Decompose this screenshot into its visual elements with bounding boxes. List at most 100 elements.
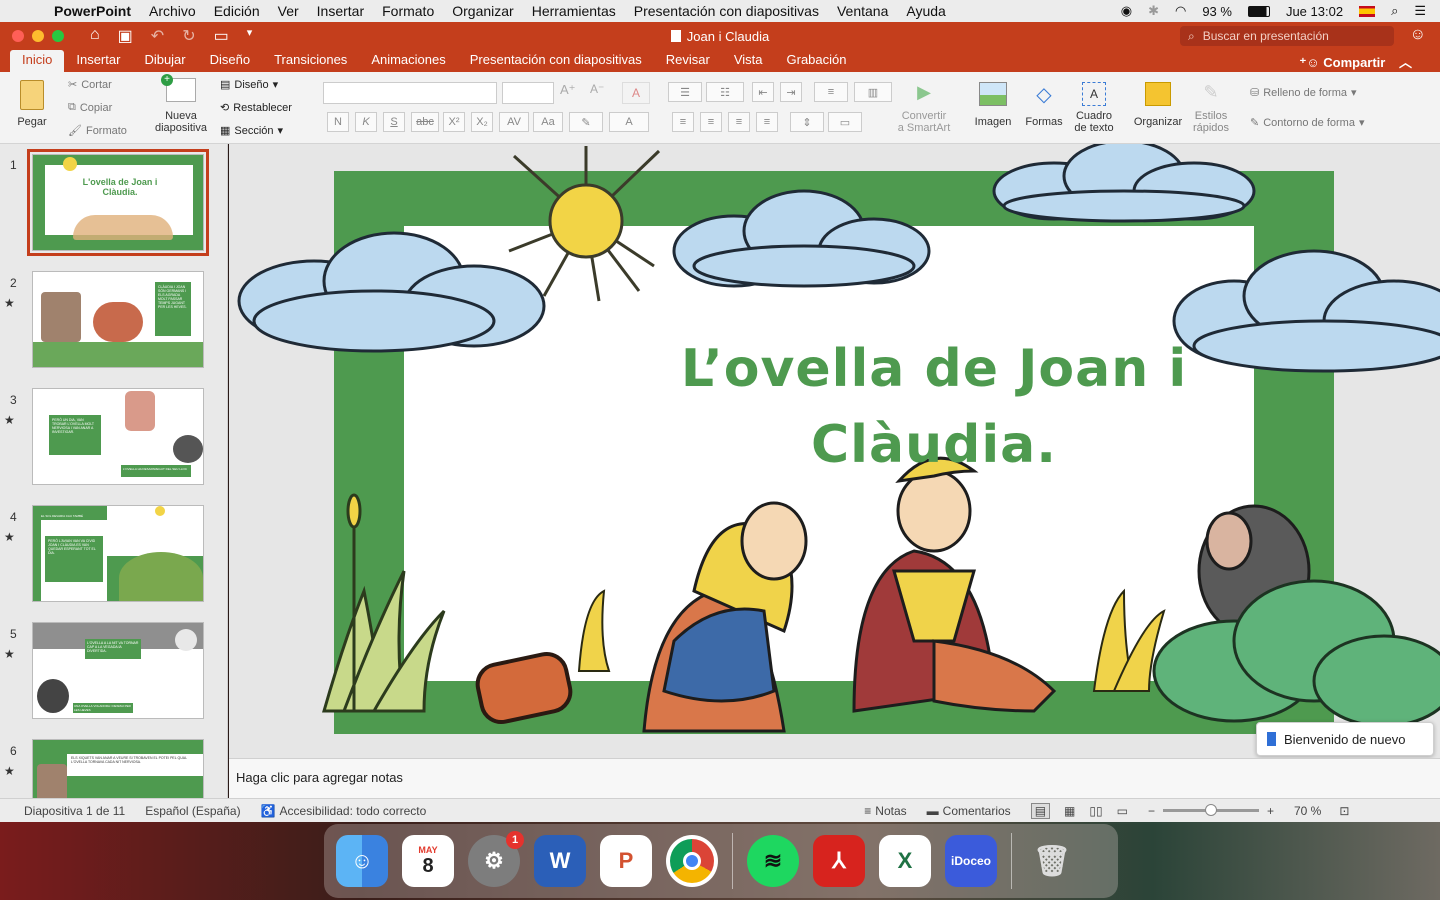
- slide-title[interactable]: L’ovella de Joan i Clàudia.: [634, 331, 1234, 483]
- tab-diseno[interactable]: Diseño: [198, 50, 262, 72]
- bluetooth-icon[interactable]: ✱: [1148, 3, 1159, 19]
- decrease-font-button[interactable]: A⁻: [590, 82, 616, 104]
- thumbnail-preview[interactable]: L'ovella de Joan i Clàudia.: [27, 149, 209, 256]
- control-center-icon[interactable]: ☰: [1414, 3, 1426, 19]
- increase-font-button[interactable]: A⁺: [560, 82, 586, 104]
- bullets-button[interactable]: ☰: [668, 82, 702, 102]
- system-preferences-icon[interactable]: ⚙ 1: [468, 831, 524, 887]
- zoom-level[interactable]: 70 %: [1294, 804, 1321, 818]
- new-slide-button[interactable]: + Nueva diapositiva: [152, 74, 210, 134]
- customize-toolbar-icon[interactable]: ▾: [247, 26, 253, 46]
- accessibility-status[interactable]: Accesibilidad: todo correcto: [280, 804, 427, 818]
- format-painter-button[interactable]: 🖌 Formato: [68, 124, 127, 138]
- menu-ventana[interactable]: Ventana: [837, 3, 888, 19]
- copy-button[interactable]: ⧉ Copiar: [68, 101, 112, 114]
- change-case-button[interactable]: Aa: [533, 112, 563, 132]
- cut-button[interactable]: ✂ Cortar: [68, 78, 112, 92]
- menu-presentacion[interactable]: Presentación con diapositivas: [634, 3, 819, 19]
- battery-icon[interactable]: [1247, 5, 1270, 17]
- normal-view-icon[interactable]: ▤: [1030, 802, 1051, 819]
- flag-es-icon[interactable]: [1359, 5, 1376, 17]
- notes-toggle-button[interactable]: Notas: [875, 804, 906, 818]
- tab-insertar[interactable]: Insertar: [64, 50, 132, 72]
- thumbnail-preview[interactable]: PERÒ UN DIA, VAN TROBAR L'OVELLA MOLT NE…: [32, 388, 204, 485]
- strikethrough-button[interactable]: abc: [411, 112, 439, 132]
- account-icon[interactable]: ☺: [1410, 26, 1426, 44]
- italic-button[interactable]: K: [355, 112, 377, 132]
- thumbnail-preview[interactable]: CLÀUDIA I JOAN SÓN GERMANS I ELS AGRADA …: [32, 271, 204, 368]
- menu-formato[interactable]: Formato: [382, 3, 434, 19]
- insert-image-button[interactable]: Imagen: [970, 82, 1016, 128]
- thumbnail-preview[interactable]: L'OVELLA A LA NIT VA TORNAR CAP A LA VEG…: [32, 622, 204, 719]
- present-icon[interactable]: ▭: [214, 26, 229, 46]
- decrease-indent-button[interactable]: ⇤: [752, 82, 774, 102]
- highlight-button[interactable]: ✎: [569, 112, 603, 132]
- bold-button[interactable]: N: [327, 112, 349, 132]
- align-left-button[interactable]: ≡: [672, 112, 694, 132]
- acrobat-icon[interactable]: ⅄: [813, 835, 865, 887]
- align-right-button[interactable]: ≡: [728, 112, 750, 132]
- subscript-button[interactable]: X₂: [471, 112, 493, 132]
- paste-button[interactable]: Pegar: [10, 80, 54, 128]
- excel-icon[interactable]: X: [879, 835, 931, 887]
- menu-app-name[interactable]: PowerPoint: [54, 3, 131, 19]
- tab-inicio[interactable]: Inicio: [10, 50, 65, 72]
- current-slide[interactable]: L’ovella de Joan i Clàudia.: [237, 144, 1440, 734]
- idoceo-icon[interactable]: iDoceo: [945, 835, 997, 887]
- slideshow-view-icon[interactable]: ▭: [1117, 804, 1128, 818]
- wifi-icon[interactable]: ◠: [1175, 3, 1186, 19]
- tab-presentacion[interactable]: Presentación con diapositivas: [458, 50, 654, 72]
- menu-insertar[interactable]: Insertar: [317, 3, 364, 19]
- undo-icon[interactable]: ↶: [151, 26, 164, 46]
- layout-button[interactable]: ▤ Diseño ▾: [220, 78, 278, 92]
- insert-shapes-button[interactable]: ◇ Formas: [1022, 82, 1066, 128]
- line-spacing-button[interactable]: ≡: [814, 82, 848, 102]
- slide-sorter-icon[interactable]: ▦: [1064, 804, 1075, 818]
- finder-icon[interactable]: ☺: [336, 835, 388, 887]
- home-icon[interactable]: ⌂: [90, 26, 100, 46]
- superscript-button[interactable]: X²: [443, 112, 465, 132]
- minimize-window-button[interactable]: [32, 30, 44, 42]
- increase-indent-button[interactable]: ⇥: [780, 82, 802, 102]
- redo-icon[interactable]: ↻: [182, 26, 195, 46]
- align-text-button[interactable]: ▭: [828, 112, 862, 132]
- zoom-window-button[interactable]: [52, 30, 64, 42]
- collapse-ribbon-icon[interactable]: ︿: [1399, 55, 1412, 70]
- menu-clock[interactable]: Jue 13:02: [1286, 4, 1343, 19]
- comments-toggle-button[interactable]: Comentarios: [943, 804, 1011, 818]
- insert-textbox-button[interactable]: A Cuadro de texto: [1070, 82, 1118, 134]
- arrange-button[interactable]: Organizar: [1130, 82, 1186, 128]
- justify-button[interactable]: ≡: [756, 112, 778, 132]
- clear-format-icon[interactable]: A: [622, 82, 650, 104]
- tab-transiciones[interactable]: Transiciones: [262, 50, 359, 72]
- zoom-out-icon[interactable]: −: [1148, 804, 1155, 818]
- shape-fill-button[interactable]: ⛁ Relleno de forma ▾: [1250, 86, 1357, 100]
- zoom-slider-thumb[interactable]: [1204, 804, 1217, 816]
- font-color-button[interactable]: A: [609, 112, 649, 132]
- creative-cloud-icon[interactable]: ◉: [1121, 3, 1132, 19]
- zoom-slider[interactable]: [1162, 804, 1259, 816]
- font-size-dropdown[interactable]: [502, 82, 554, 104]
- tab-dibujar[interactable]: Dibujar: [132, 50, 197, 72]
- char-spacing-button[interactable]: AV: [499, 112, 529, 132]
- chrome-icon[interactable]: [666, 835, 718, 887]
- spotlight-search-icon[interactable]: ⌕: [1391, 3, 1398, 19]
- welcome-back-toast[interactable]: Bienvenido de nuevo: [1256, 722, 1434, 756]
- save-icon[interactable]: ▣: [118, 26, 133, 46]
- tab-grabacion[interactable]: Grabación: [775, 50, 859, 72]
- notes-pane[interactable]: Haga clic para agregar notas: [229, 758, 1440, 798]
- menu-ver[interactable]: Ver: [278, 3, 299, 19]
- close-window-button[interactable]: [12, 30, 24, 42]
- slide-thumbnail-pane[interactable]: 1 L'ovella de Joan i Clàudia. 2 ★ CLÀUDI…: [0, 144, 228, 798]
- tab-animaciones[interactable]: Animaciones: [359, 50, 457, 72]
- menu-archivo[interactable]: Archivo: [149, 3, 196, 19]
- language-status[interactable]: Español (España): [145, 804, 240, 818]
- thumbnail-preview[interactable]: PERÒ L'AVIAN VAN VA CIVID JOAN I CLÀUDIA…: [32, 505, 204, 602]
- powerpoint-icon[interactable]: P: [600, 835, 652, 887]
- align-center-button[interactable]: ≡: [700, 112, 722, 132]
- text-direction-button[interactable]: ⇕: [790, 112, 824, 132]
- fit-slide-icon[interactable]: ⊡: [1339, 804, 1349, 818]
- thumbnail-preview[interactable]: ELS XIQUETS VAN ANAR A VEURE SI TROBAVEN…: [32, 739, 204, 798]
- menu-herramientas[interactable]: Herramientas: [532, 3, 616, 19]
- menu-organizar[interactable]: Organizar: [452, 3, 513, 19]
